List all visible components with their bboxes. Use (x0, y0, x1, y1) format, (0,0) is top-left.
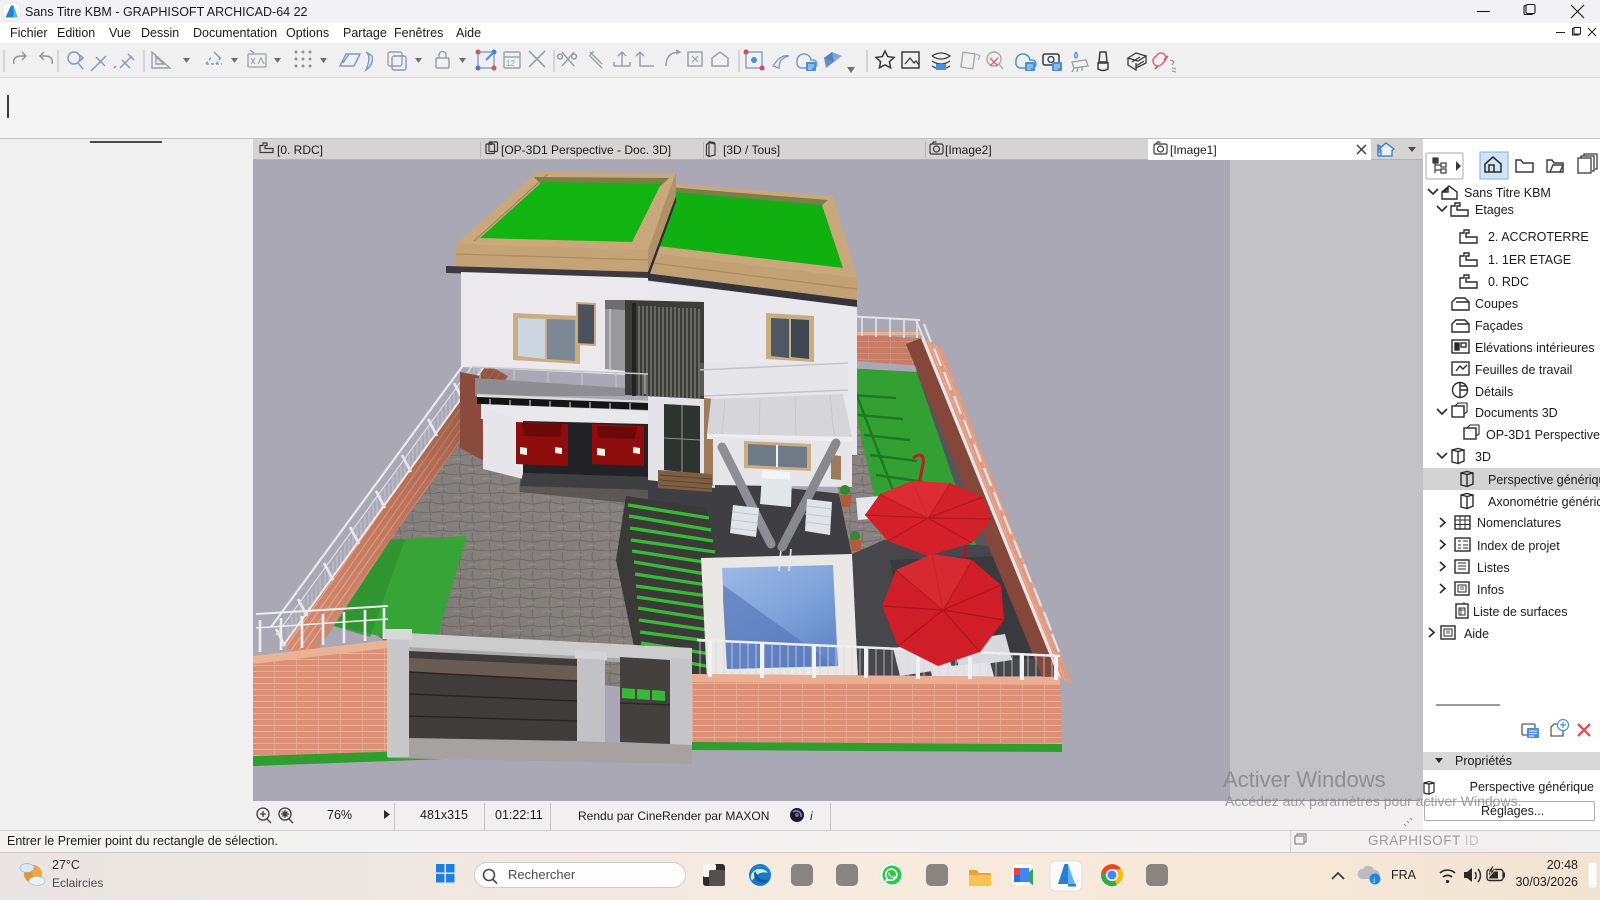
svg-text:i: i (1373, 876, 1375, 885)
svg-text:i: i (810, 809, 813, 823)
svg-text:12: 12 (506, 59, 515, 68)
